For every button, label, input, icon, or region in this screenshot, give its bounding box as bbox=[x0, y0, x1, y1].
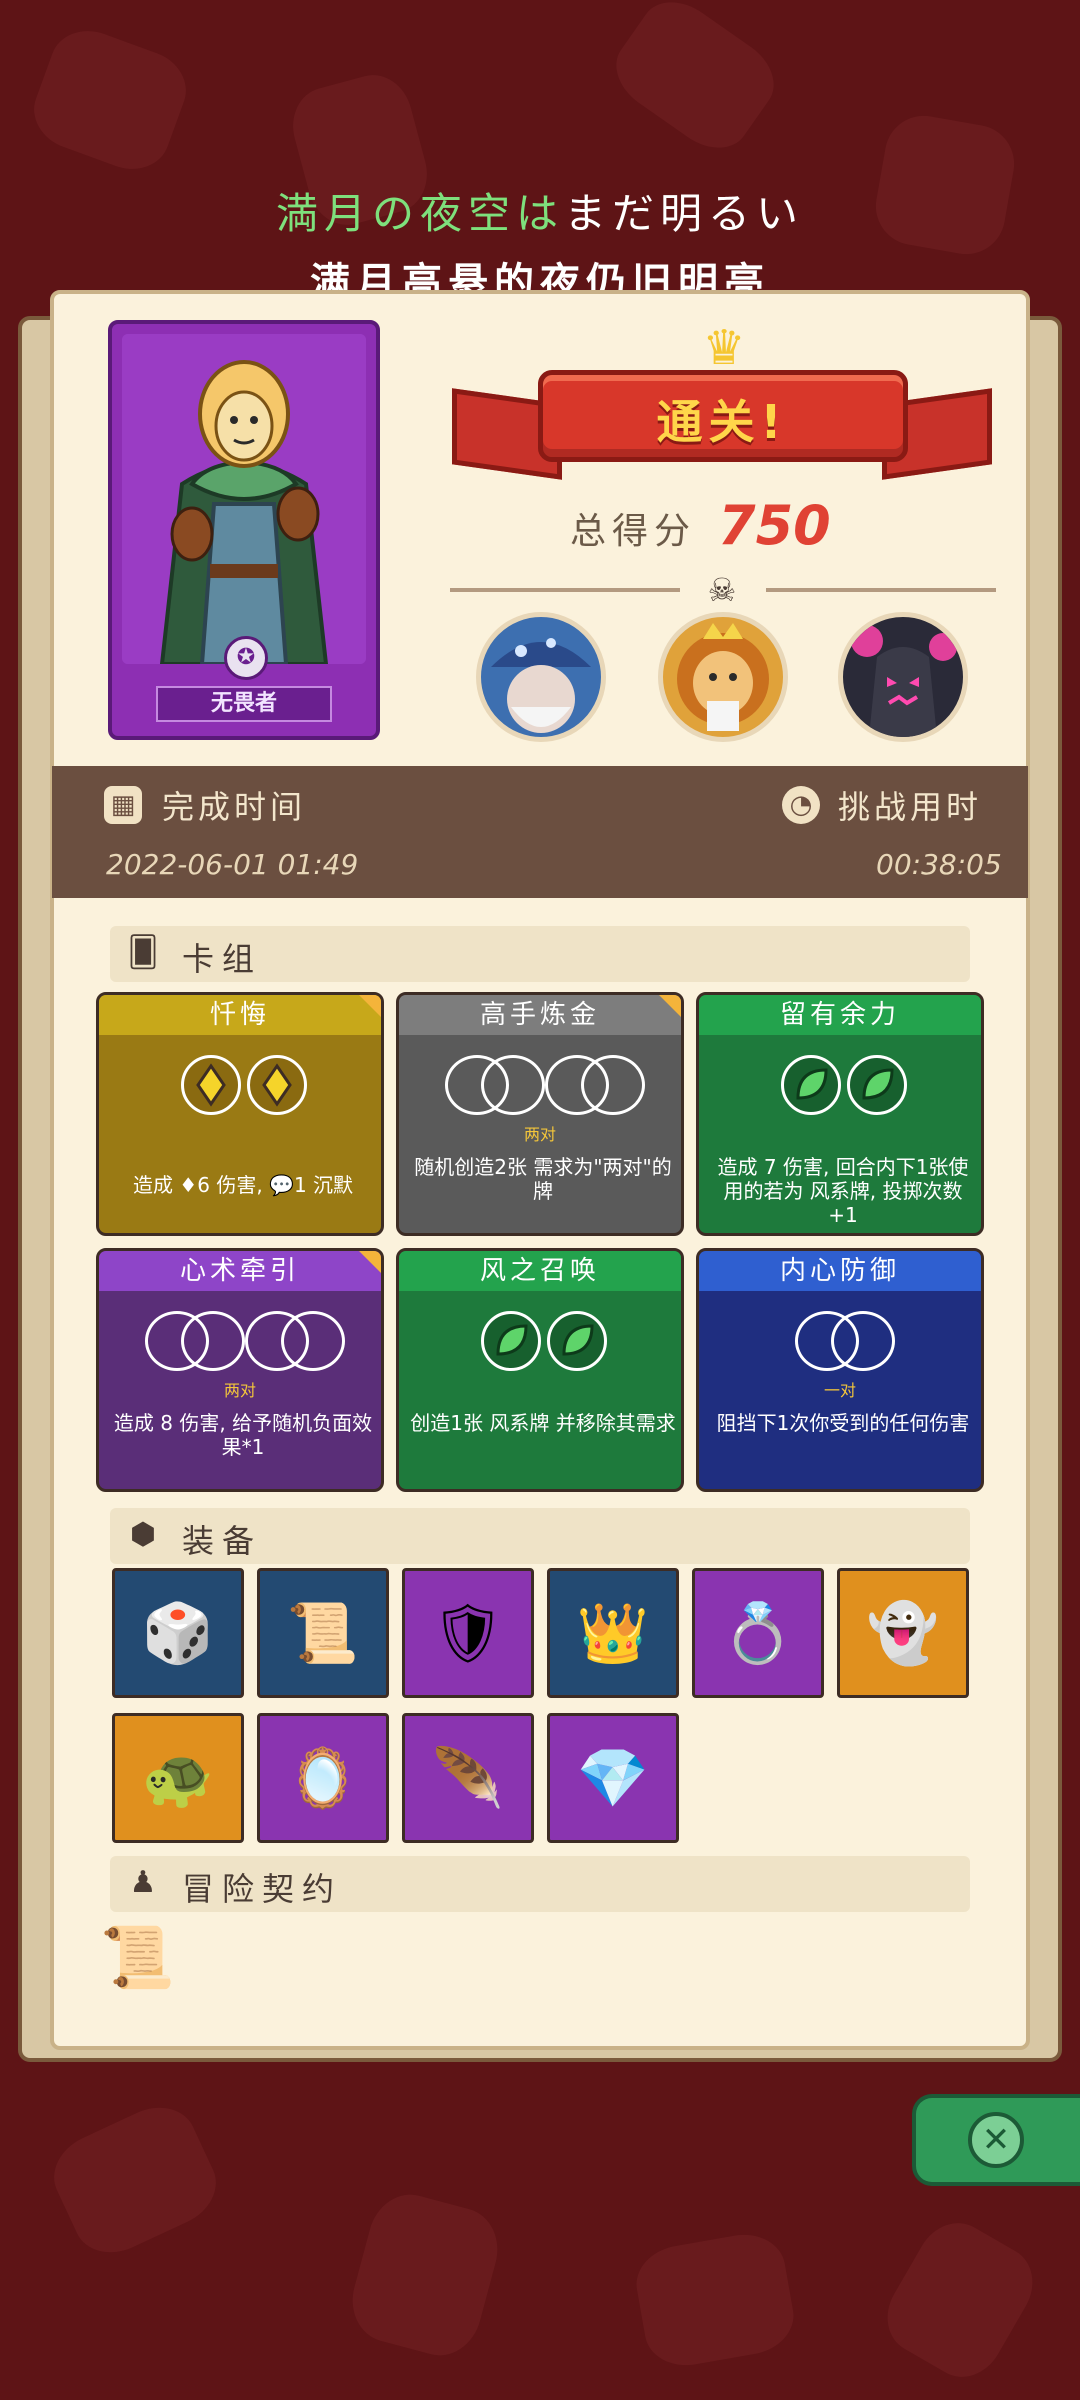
equipment-slot[interactable]: 💎 bbox=[547, 1713, 679, 1843]
equipment-title: 装备 bbox=[182, 1522, 263, 1560]
card-cost bbox=[399, 1311, 681, 1375]
card-description: 造成 ♦6 伤害, 💬1 沉默 bbox=[132, 1173, 354, 1197]
card-name: 忏悔 bbox=[99, 995, 381, 1035]
diamond-icon bbox=[247, 1055, 307, 1115]
card-description: 创造1张 风系牌 并移除其需求 bbox=[410, 1411, 676, 1435]
deck-card[interactable]: 心术牵引 两对 造成 8 伤害, 给予随机负面效果*1 bbox=[96, 1248, 384, 1492]
title-jp-highlight: 満月の夜空は bbox=[275, 189, 564, 238]
card-name: 内心防御 bbox=[699, 1251, 981, 1291]
boss-portrait-lion[interactable] bbox=[658, 612, 788, 742]
time-bar: ▦ 完成时间 2022-06-01 01:49 ◔ 挑战用时 00:38:05 bbox=[52, 766, 1028, 898]
equipment-slot[interactable]: 🪶 bbox=[402, 1713, 534, 1843]
equipment-slot[interactable]: 💍 bbox=[692, 1568, 824, 1698]
card-cost-label: 两对 bbox=[223, 1381, 256, 1400]
leaf-icon bbox=[547, 1311, 607, 1371]
deck-card[interactable]: 忏悔 造成 ♦6 伤害, 💬1 沉默 bbox=[96, 992, 384, 1236]
card-cost-label: 两对 bbox=[523, 1125, 556, 1144]
card-description: 造成 8 伤害, 给予随机负面效果*1 bbox=[113, 1411, 373, 1459]
boss-portrait-mushroom[interactable] bbox=[476, 612, 606, 742]
equipment-slot[interactable]: 🛡 bbox=[402, 1568, 534, 1698]
banner-text: 通关! bbox=[656, 395, 788, 449]
title-japanese: 満月の夜空はまだ明るい bbox=[0, 180, 1080, 241]
scroll-icon: 📜 bbox=[286, 1599, 360, 1667]
card-cost bbox=[99, 1311, 381, 1375]
hero-portrait bbox=[122, 334, 366, 664]
finish-time-value: 2022-06-01 01:49 bbox=[106, 848, 359, 881]
card-name: 心术牵引 bbox=[99, 1251, 381, 1291]
leaf-icon bbox=[847, 1055, 907, 1115]
challenge-time-value: 00:38:05 bbox=[876, 848, 1002, 881]
card-corner bbox=[359, 1251, 381, 1273]
finish-time-label: 完成时间 bbox=[162, 788, 307, 826]
equipment-slot[interactable]: 📜 bbox=[257, 1568, 389, 1698]
diamond-icon bbox=[181, 1055, 241, 1115]
turtle-shell-icon: 🐢 bbox=[141, 1744, 215, 1812]
score-label: 总得分 bbox=[570, 511, 697, 552]
hero-name: 无畏者 bbox=[156, 686, 332, 722]
equipment-slot[interactable]: 🪞 bbox=[257, 1713, 389, 1843]
equipment-slot[interactable]: 🐢 bbox=[112, 1713, 244, 1843]
title-jp-rest: まだ明るい bbox=[564, 189, 805, 238]
feather-icon: 🪶 bbox=[431, 1744, 505, 1812]
card-cost bbox=[699, 1311, 981, 1375]
card-cost bbox=[99, 1055, 381, 1119]
card-name: 高手炼金 bbox=[399, 995, 681, 1035]
equipment-section-header: ⬢ 装备 bbox=[110, 1508, 970, 1564]
card-name: 留有余力 bbox=[699, 995, 981, 1035]
stopwatch-icon: ◔ bbox=[782, 786, 820, 824]
pair-ring-icon bbox=[581, 1055, 645, 1115]
deck-title: 卡组 bbox=[182, 940, 263, 978]
deck-card[interactable]: 留有余力 造成 7 伤害, 回合内下1张使用的若为 风系牌, 投掷次数+1 bbox=[696, 992, 984, 1236]
close-icon: ✕ bbox=[968, 2112, 1024, 2168]
divider-right bbox=[766, 588, 996, 592]
crown-icon: ♛ bbox=[702, 320, 746, 376]
card-description: 随机创造2张 需求为"两对"的牌 bbox=[414, 1155, 672, 1203]
person-icon: ♟ bbox=[129, 1865, 157, 1900]
card-cost bbox=[699, 1055, 981, 1119]
card-cost-label: 一对 bbox=[823, 1381, 856, 1400]
deck-card[interactable]: 高手炼金 两对 随机创造2张 需求为"两对"的牌 bbox=[396, 992, 684, 1236]
hero-card[interactable]: ✪ 无畏者 bbox=[108, 320, 380, 740]
contract-scroll-icon[interactable]: 📜 bbox=[100, 1918, 175, 1998]
close-button[interactable]: ✕ bbox=[912, 2094, 1080, 2186]
equipment-slot[interactable]: 👻 bbox=[837, 1568, 969, 1698]
victory-banner: ♛ 通关! bbox=[452, 322, 992, 492]
calendar-icon: ▦ bbox=[104, 786, 142, 824]
card-cost bbox=[399, 1055, 681, 1119]
contract-title: 冒险契约 bbox=[182, 1870, 343, 1908]
leaf-icon bbox=[481, 1311, 541, 1371]
dice-box-icon: 🎲 bbox=[141, 1599, 215, 1667]
necklace-icon: 💎 bbox=[576, 1744, 650, 1812]
challenge-time-label: 挑战用时 bbox=[838, 788, 983, 826]
cube-icon: ⬢ bbox=[129, 1517, 157, 1552]
leaf-icon bbox=[781, 1055, 841, 1115]
cards-icon: 🂠 bbox=[127, 935, 159, 970]
pair-ring-icon bbox=[181, 1311, 245, 1371]
contract-section-header: ♟ 冒险契约 bbox=[110, 1856, 970, 1912]
pair-ring-icon bbox=[281, 1311, 345, 1371]
hero-emblem-icon: ✪ bbox=[224, 636, 268, 680]
shield-icon: 🛡 bbox=[431, 1599, 505, 1667]
score-value: 750 bbox=[718, 494, 831, 557]
pair-ring-icon bbox=[481, 1055, 545, 1115]
crown-icon: 👑 bbox=[576, 1599, 650, 1667]
boss-portrait-dark-knight[interactable] bbox=[838, 612, 968, 742]
card-corner bbox=[359, 995, 381, 1017]
ring-icon: 💍 bbox=[721, 1599, 795, 1667]
divider-left bbox=[450, 588, 680, 592]
deck-card[interactable]: 内心防御 一对 阻挡下1次你受到的任何伤害 bbox=[696, 1248, 984, 1492]
deck-section-header: 🂠 卡组 bbox=[110, 926, 970, 982]
pair-ring-icon bbox=[831, 1311, 895, 1371]
card-description: 造成 7 伤害, 回合内下1张使用的若为 风系牌, 投掷次数+1 bbox=[717, 1155, 969, 1227]
card-name: 风之召唤 bbox=[399, 1251, 681, 1291]
deck-card[interactable]: 风之召唤 创造1张 风系牌 并移除其需求 bbox=[396, 1248, 684, 1492]
ghost-icon: 👻 bbox=[866, 1599, 940, 1667]
skull-icon: ☠ bbox=[707, 571, 737, 609]
card-description: 阻挡下1次你受到的任何伤害 bbox=[716, 1411, 970, 1435]
equipment-slot[interactable]: 🎲 bbox=[112, 1568, 244, 1698]
mirror-icon: 🪞 bbox=[286, 1744, 360, 1812]
card-corner bbox=[659, 995, 681, 1017]
equipment-slot[interactable]: 👑 bbox=[547, 1568, 679, 1698]
